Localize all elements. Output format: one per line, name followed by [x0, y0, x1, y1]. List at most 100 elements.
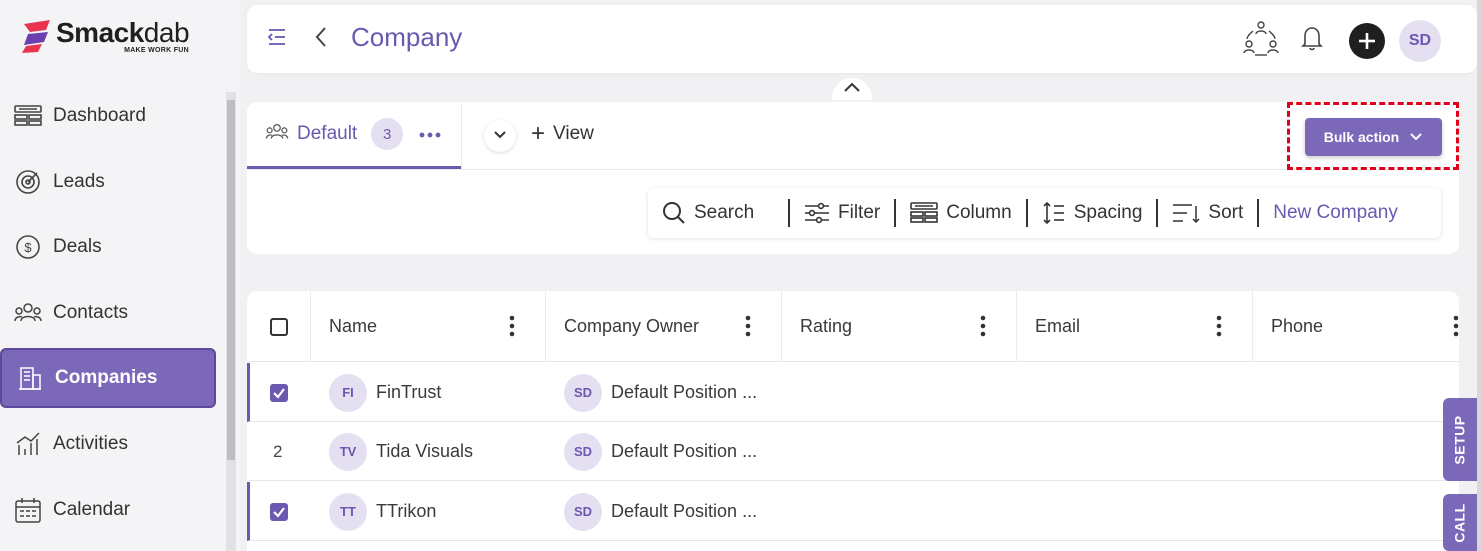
- tab-divider: [461, 102, 462, 169]
- column-button[interactable]: Column: [896, 199, 1025, 227]
- sidebar-item-activities[interactable]: Activities: [0, 414, 216, 474]
- column-label: Name: [329, 316, 378, 336]
- column-menu-icon[interactable]: [509, 315, 515, 342]
- company-name: TTrikon: [376, 501, 437, 521]
- select-all-cell: [247, 291, 311, 362]
- owner-cell[interactable]: SD Default Position ...: [564, 363, 757, 422]
- column-header-phone[interactable]: Phone: [1253, 291, 1459, 362]
- company-name-cell[interactable]: TT TTrikon: [329, 482, 436, 541]
- row-number-cell: 2: [273, 422, 282, 481]
- table-row[interactable]: 2 TV Tida Visuals SD Default Position ..…: [247, 422, 1459, 481]
- scrollbar-thumb[interactable]: [227, 100, 235, 460]
- column-header-email[interactable]: Email: [1017, 291, 1253, 362]
- brand-tagline: MAKE WORK FUN: [124, 47, 190, 54]
- page-title: Company: [351, 22, 463, 52]
- page-scrollbar[interactable]: [1477, 0, 1482, 551]
- sidebar-nav: Dashboard Leads $ Deals Contacts Compani…: [0, 86, 216, 545]
- search-label: Search: [694, 202, 755, 223]
- sidebar-item-label: Calendar: [53, 498, 131, 520]
- sidebar-item-dashboard[interactable]: Dashboard: [0, 86, 216, 146]
- collapse-menu-icon[interactable]: [265, 25, 289, 54]
- row-select-cell: [270, 363, 288, 422]
- owner-cell[interactable]: SD Default Position ...: [564, 422, 757, 481]
- column-menu-icon[interactable]: [980, 315, 986, 342]
- table-row[interactable]: FI FinTrust SD Default Position ...: [247, 363, 1459, 422]
- search-button[interactable]: Search: [648, 199, 788, 227]
- row-select-cell: [270, 482, 288, 541]
- sidebar-item-deals[interactable]: $ Deals: [0, 217, 216, 277]
- search-icon: [663, 202, 685, 224]
- sidebar-item-companies[interactable]: Companies: [0, 348, 216, 409]
- brand-logo[interactable]: Smackdab MAKE WORK FUN: [20, 17, 190, 54]
- spacing-button[interactable]: Spacing: [1028, 199, 1157, 227]
- sidebar-item-label: Deals: [53, 236, 102, 258]
- row-checkbox[interactable]: [270, 502, 288, 521]
- more-options-icon[interactable]: [419, 125, 441, 143]
- plus-icon: +: [531, 120, 546, 147]
- user-avatar[interactable]: SD: [1399, 19, 1441, 62]
- sort-button[interactable]: Sort: [1158, 199, 1257, 227]
- sidebar-item-label: Leads: [53, 170, 105, 192]
- owner-cell[interactable]: SD Default Position ...: [564, 482, 757, 541]
- building-icon: [15, 363, 45, 393]
- select-all-checkbox[interactable]: [269, 317, 288, 336]
- owner-avatar: SD: [564, 492, 602, 531]
- setup-side-tab[interactable]: SETUP: [1443, 398, 1477, 481]
- brand-name: Smackdab: [56, 17, 190, 48]
- bulk-action-button[interactable]: Bulk action: [1305, 118, 1442, 156]
- column-menu-icon[interactable]: [745, 315, 751, 342]
- views-panel: Default 3 + View Bulk action Search Filt…: [247, 102, 1459, 254]
- column-header-name[interactable]: Name: [311, 291, 546, 362]
- column-header-rating[interactable]: Rating: [782, 291, 1017, 362]
- filter-button[interactable]: Filter: [790, 199, 894, 227]
- add-view-label: View: [553, 123, 594, 144]
- column-menu-icon[interactable]: [1453, 315, 1459, 342]
- company-avatar: TT: [329, 492, 367, 531]
- svg-text:$: $: [24, 240, 32, 255]
- column-label: Rating: [800, 316, 853, 336]
- back-arrow-icon[interactable]: [313, 25, 329, 54]
- logo-mark-icon: [20, 18, 54, 54]
- sidebar-item-leads[interactable]: Leads: [0, 152, 216, 212]
- spacing-label: Spacing: [1073, 202, 1143, 223]
- sidebar-scrollbar[interactable]: [226, 92, 236, 551]
- sidebar-item-contacts[interactable]: Contacts: [0, 283, 216, 343]
- company-avatar: FI: [329, 373, 367, 412]
- companies-table: Name Company Owner Rating Email Phone FI: [247, 291, 1459, 551]
- sidebar-item-label: Contacts: [53, 301, 128, 323]
- company-name-cell[interactable]: FI FinTrust: [329, 363, 441, 422]
- add-view-button[interactable]: + View: [531, 122, 594, 146]
- sidebar-item-label: Dashboard: [53, 105, 146, 126]
- owner-name: Default Position ...: [611, 501, 758, 521]
- top-header: Company SD: [247, 5, 1477, 73]
- column-label: Company Owner: [564, 316, 700, 336]
- new-company-button[interactable]: New Company: [1259, 199, 1412, 227]
- view-tabbar: Default 3 + View Bulk action: [247, 102, 1459, 170]
- bell-icon[interactable]: [1301, 25, 1323, 56]
- view-dropdown-button[interactable]: [484, 120, 516, 152]
- table-header: Name Company Owner Rating Email Phone: [247, 291, 1459, 362]
- target-icon: [13, 167, 43, 197]
- company-name: Tida Visuals: [376, 441, 474, 461]
- dashboard-icon: [13, 101, 43, 131]
- calendar-icon: [13, 495, 43, 525]
- tab-label: Default: [297, 123, 358, 144]
- sidebar-item-calendar[interactable]: Calendar: [0, 480, 216, 540]
- row-number: 2: [273, 441, 283, 461]
- company-name-cell[interactable]: TV Tida Visuals: [329, 422, 473, 481]
- team-network-icon[interactable]: [1243, 19, 1279, 62]
- column-header-owner[interactable]: Company Owner: [546, 291, 782, 362]
- owner-avatar: SD: [564, 373, 602, 412]
- sort-icon: [1173, 204, 1200, 224]
- filter-icon: [805, 202, 829, 224]
- tab-default[interactable]: Default 3: [247, 102, 461, 169]
- quick-add-button[interactable]: [1349, 22, 1385, 59]
- call-side-tab[interactable]: CALL: [1443, 494, 1477, 551]
- dollar-icon: $: [13, 232, 43, 262]
- owner-name: Default Position ...: [611, 441, 758, 461]
- company-avatar: TV: [329, 432, 367, 471]
- table-row[interactable]: TT TTrikon SD Default Position ...: [247, 482, 1459, 541]
- column-menu-icon[interactable]: [1216, 315, 1222, 342]
- collapse-header-button[interactable]: [832, 78, 872, 100]
- row-checkbox[interactable]: [270, 383, 288, 402]
